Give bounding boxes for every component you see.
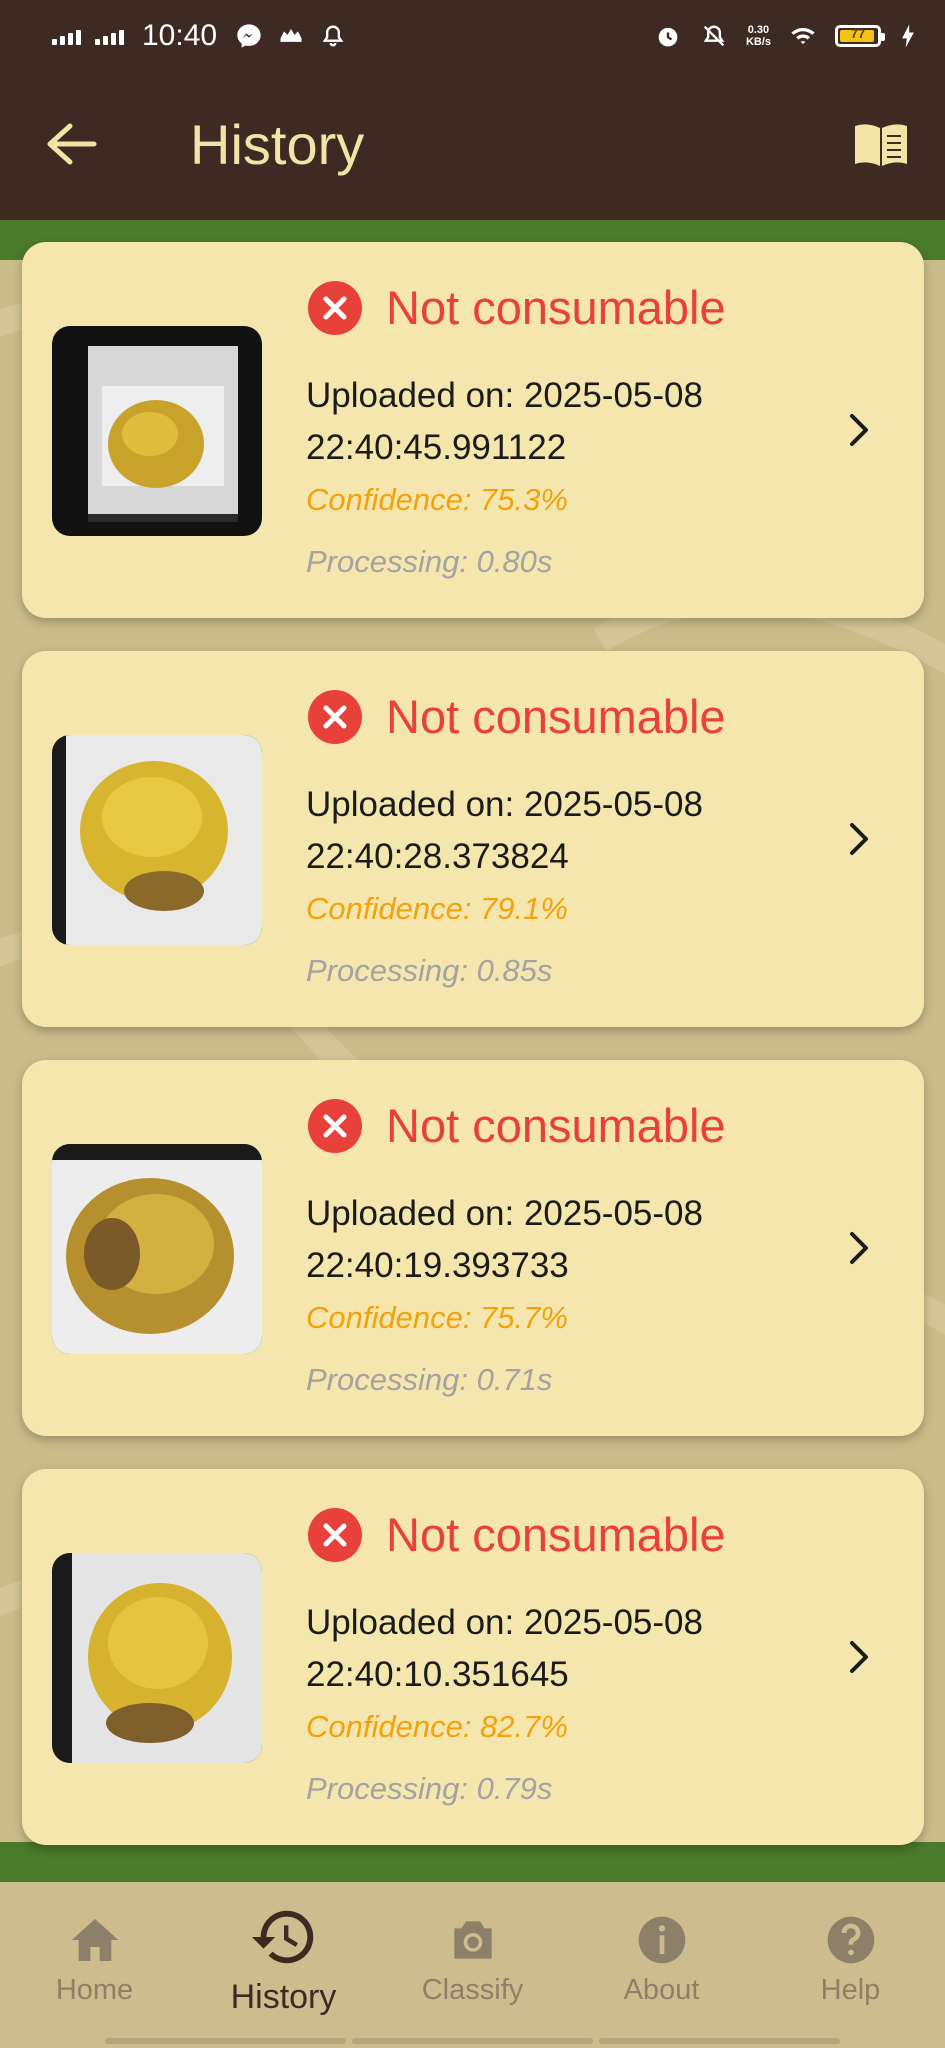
battery-level: 77 <box>850 26 866 41</box>
info-icon <box>638 1916 685 1964</box>
battery-icon: 77 <box>835 25 885 47</box>
nav-about[interactable]: About <box>567 1882 756 2048</box>
status-label: Not consumable <box>386 1099 726 1152</box>
camera-icon <box>453 1921 492 1959</box>
confidence-value: Confidence: 79.1% <box>306 891 568 926</box>
not-consumable-icon <box>308 280 362 335</box>
processing-time: Processing: 0.80s <box>306 544 553 579</box>
gesture-bar <box>105 2038 840 2044</box>
history-card[interactable]: Not consumable Uploaded on: 2025-05-08 2… <box>22 651 924 1027</box>
nav-history[interactable]: History <box>189 1882 378 2048</box>
page-title: History <box>190 113 365 176</box>
bottom-accent-strip <box>0 1842 945 1882</box>
history-icon <box>251 1910 313 1964</box>
not-consumable-icon <box>308 689 362 744</box>
status-row: Not consumable <box>308 280 726 335</box>
processing-time: Processing: 0.71s <box>306 1362 553 1397</box>
charging-icon <box>902 24 914 48</box>
home-icon <box>71 1919 118 1961</box>
chevron-right-icon[interactable] <box>844 412 874 448</box>
history-list[interactable]: Not consumable Uploaded on: 2025-05-08 2… <box>0 220 945 1882</box>
processing-time: Processing: 0.79s <box>306 1771 553 1806</box>
nav-label-home: Home <box>55 1974 134 2006</box>
uploaded-timestamp: Uploaded on: 2025-05-08 22:40:45.991122 <box>306 376 703 467</box>
history-card[interactable]: Not consumable Uploaded on: 2025-05-08 2… <box>22 1469 924 1845</box>
bell-off-icon <box>703 25 725 47</box>
network-speed-value: 0.30 <box>747 24 770 36</box>
status-label: Not consumable <box>386 281 726 334</box>
back-button[interactable] <box>44 122 98 166</box>
status-label: Not consumable <box>386 690 726 743</box>
not-consumable-icon <box>308 1507 362 1562</box>
app-notification-icon <box>280 29 302 42</box>
wifi-icon <box>791 28 815 45</box>
uploaded-timestamp: Uploaded on: 2025-05-08 22:40:19.393733 <box>306 1194 703 1285</box>
sample-thumbnail <box>52 326 262 536</box>
nav-classify[interactable]: Classify <box>378 1882 567 2048</box>
messenger-icon <box>237 24 261 48</box>
network-speed: 0.30 KB/s <box>746 24 771 48</box>
nav-label-classify: Classify <box>421 1974 524 2006</box>
bell-icon <box>322 25 344 47</box>
system-status-bar: 10:40 0.30 KB/s 77 <box>0 0 945 72</box>
history-card[interactable]: Not consumable Uploaded on: 2025-05-08 2… <box>22 242 924 618</box>
uploaded-timestamp: Uploaded on: 2025-05-08 22:40:28.373824 <box>306 785 703 876</box>
chevron-right-icon[interactable] <box>844 1639 874 1675</box>
alarm-icon <box>658 27 678 47</box>
not-consumable-icon <box>308 1098 362 1153</box>
history-card[interactable]: Not consumable Uploaded on: 2025-05-08 2… <box>22 1060 924 1436</box>
app-bar: History <box>0 72 945 220</box>
status-row: Not consumable <box>308 1507 726 1562</box>
status-label: Not consumable <box>386 1508 726 1561</box>
nav-label-help: Help <box>820 1974 881 2006</box>
uploaded-timestamp: Uploaded on: 2025-05-08 22:40:10.351645 <box>306 1603 703 1694</box>
status-row: Not consumable <box>308 1098 726 1153</box>
chevron-right-icon[interactable] <box>844 821 874 857</box>
signal-icon <box>52 27 81 45</box>
guide-book-button[interactable] <box>851 120 911 170</box>
status-left: 10:40 <box>52 19 347 53</box>
processing-time: Processing: 0.85s <box>306 953 553 988</box>
bottom-navigation: Home History Classify About Help <box>0 1882 945 2048</box>
chevron-right-icon[interactable] <box>844 1230 874 1266</box>
status-time: 10:40 <box>142 19 218 52</box>
confidence-value: Confidence: 75.7% <box>306 1300 568 1335</box>
confidence-value: Confidence: 75.3% <box>306 482 568 517</box>
sample-thumbnail <box>52 1553 262 1763</box>
status-row: Not consumable <box>308 689 726 744</box>
confidence-value: Confidence: 82.7% <box>306 1709 568 1744</box>
nav-home[interactable]: Home <box>0 1882 189 2048</box>
network-speed-unit: KB/s <box>745 36 771 48</box>
nav-label-history: History <box>230 1978 337 2016</box>
nav-help[interactable]: Help <box>756 1882 945 2048</box>
status-right: 0.30 KB/s 77 <box>654 22 917 50</box>
sample-thumbnail <box>52 735 262 945</box>
nav-label-about: About <box>623 1974 700 2006</box>
signal-icon-2 <box>95 27 124 45</box>
sample-thumbnail <box>52 1144 262 1354</box>
help-icon <box>827 1916 874 1964</box>
